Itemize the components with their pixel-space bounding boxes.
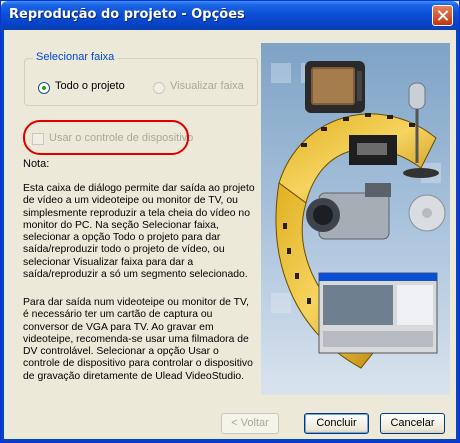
radio-preview-range[interactable] bbox=[153, 82, 165, 94]
note-paragraph-1: Esta caixa de diálogo permite dar saída … bbox=[23, 183, 255, 281]
note-heading: Nota: bbox=[23, 158, 50, 170]
vhs-tape-icon bbox=[349, 135, 397, 165]
radio-entire-project-label[interactable]: Todo o projeto bbox=[55, 80, 125, 92]
finish-button[interactable]: Concluir bbox=[304, 413, 369, 434]
title-bar[interactable]: Reprodução do projeto - Opções bbox=[1, 1, 459, 30]
select-track-legend: Selecionar faixa bbox=[33, 51, 118, 63]
red-highlight-circle bbox=[23, 120, 189, 155]
close-icon[interactable] bbox=[432, 5, 453, 26]
window-border-right bbox=[456, 30, 459, 442]
radio-entire-project[interactable] bbox=[38, 82, 50, 94]
select-track-group: Selecionar faixa Todo o projeto Visualiz… bbox=[24, 51, 258, 106]
dialog-window: Reprodução do projeto - Opções Seleciona… bbox=[0, 0, 460, 443]
back-button[interactable]: < Voltar bbox=[221, 413, 279, 434]
window-title: Reprodução do projeto - Opções bbox=[9, 7, 245, 22]
note-paragraph-2: Para dar saída num videoteipe ou monitor… bbox=[23, 297, 253, 382]
window-border-bottom bbox=[1, 439, 459, 442]
tv-icon bbox=[305, 61, 365, 113]
radio-preview-range-label[interactable]: Visualizar faixa bbox=[170, 80, 244, 92]
cd-icon bbox=[408, 194, 446, 232]
window-border-left bbox=[1, 30, 4, 442]
app-screenshot-icon bbox=[318, 272, 438, 354]
cancel-button[interactable]: Cancelar bbox=[380, 413, 445, 434]
wizard-illustration bbox=[261, 43, 450, 395]
